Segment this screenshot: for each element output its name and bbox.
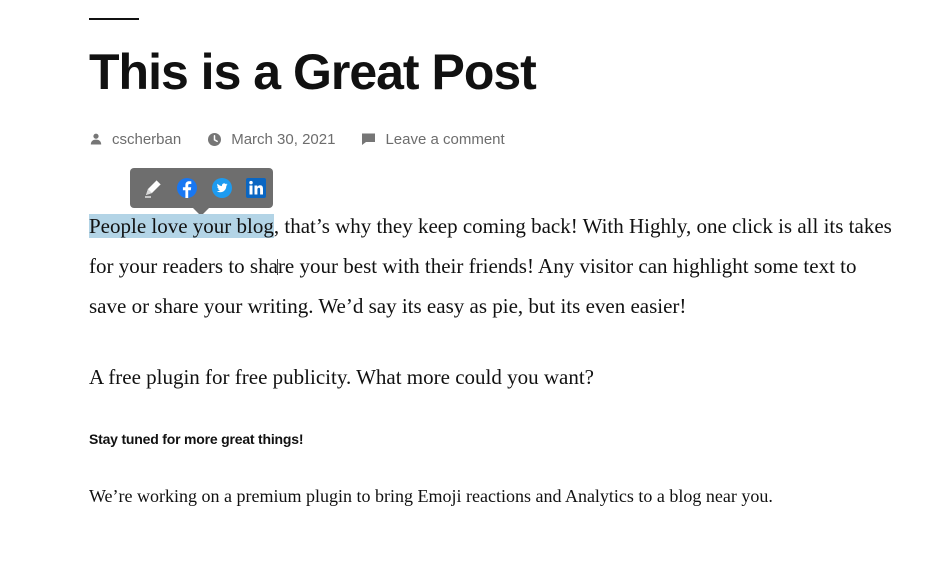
pencil-icon bbox=[145, 179, 162, 198]
facebook-share-button[interactable] bbox=[170, 168, 204, 208]
author-link[interactable]: cscherban bbox=[112, 131, 181, 148]
twitter-icon bbox=[211, 178, 232, 198]
post-paragraph-3: We’re working on a premium plugin to bri… bbox=[89, 486, 773, 506]
highlighted-text[interactable]: People love your blog bbox=[89, 214, 274, 238]
post-meta: cscherban March 30, 2021 Leave a comment bbox=[89, 128, 531, 150]
date-link[interactable]: March 30, 2021 bbox=[231, 131, 335, 148]
clock-icon bbox=[208, 132, 222, 146]
post-title: This is a Great Post bbox=[89, 44, 537, 100]
facebook-icon bbox=[177, 178, 198, 198]
person-icon bbox=[90, 133, 102, 145]
post-subheading: Stay tuned for more great things! bbox=[89, 431, 304, 447]
twitter-share-button[interactable] bbox=[205, 168, 239, 208]
share-toolbar bbox=[130, 168, 273, 216]
highlight-button[interactable] bbox=[136, 168, 170, 208]
linkedin-share-button[interactable] bbox=[239, 168, 273, 208]
comment-icon bbox=[362, 133, 376, 145]
linkedin-icon bbox=[245, 178, 266, 198]
post-author: cscherban bbox=[89, 131, 181, 148]
post-date: March 30, 2021 bbox=[207, 131, 335, 148]
title-divider bbox=[89, 18, 139, 20]
post-paragraph: People love your blog, that’s why they k… bbox=[89, 206, 899, 326]
comments-link[interactable]: Leave a comment bbox=[385, 131, 504, 148]
post-comments: Leave a comment bbox=[361, 131, 505, 148]
post-paragraph-2: A free plugin for free publicity. What m… bbox=[89, 365, 595, 389]
